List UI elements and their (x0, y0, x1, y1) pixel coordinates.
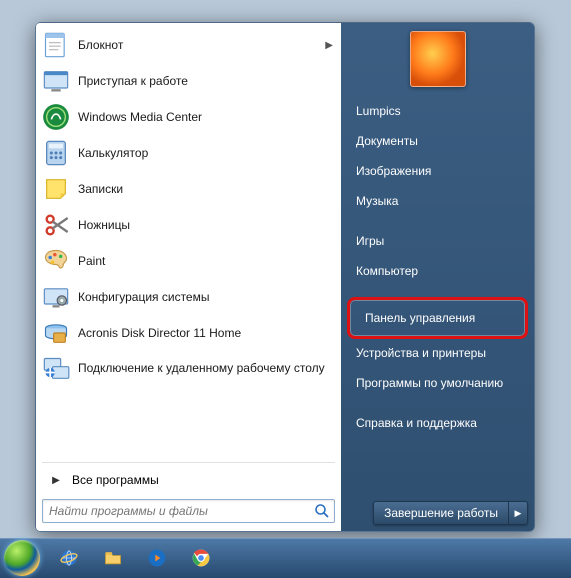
wmc-icon (42, 103, 70, 131)
right-item-label: Панель управления (365, 311, 475, 325)
right-item-label: Изображения (356, 164, 431, 178)
shutdown-label: Завершение работы (374, 502, 509, 524)
program-rdp[interactable]: Подключение к удаленному рабочему столу (36, 351, 341, 387)
start-menu-right-panel: Lumpics Документы Изображения Музыка Игр… (341, 23, 534, 531)
program-label: Paint (78, 254, 105, 268)
shutdown-button[interactable]: Завершение работы ▶ (373, 501, 528, 525)
program-calculator[interactable]: Калькулятор (36, 135, 341, 171)
control-panel-highlight: Панель управления (347, 297, 528, 339)
paint-icon (42, 247, 70, 275)
shutdown-more-icon[interactable]: ▶ (509, 502, 527, 524)
right-item-label: Lumpics (356, 104, 401, 118)
all-programs[interactable]: ▶ Все программы (36, 465, 341, 495)
program-label: Acronis Disk Director 11 Home (78, 326, 241, 340)
program-list: Блокнот ▶ Приступая к работе Windows Med… (36, 27, 341, 460)
taskbar-chrome-icon[interactable] (180, 543, 222, 573)
program-snipping-tool[interactable]: Ножницы (36, 207, 341, 243)
program-label: Конфигурация системы (78, 290, 209, 304)
triangle-right-icon: ▶ (46, 475, 66, 486)
right-item-user[interactable]: Lumpics (347, 97, 528, 125)
right-item-label: Программы по умолчанию (356, 376, 503, 390)
right-item-label: Игры (356, 234, 384, 248)
sticky-notes-icon (42, 175, 70, 203)
right-item-label: Музыка (356, 194, 398, 208)
program-getting-started[interactable]: Приступая к работе (36, 63, 341, 99)
program-label: Ножницы (78, 218, 130, 232)
user-avatar-wrap (347, 27, 528, 97)
right-item-label: Документы (356, 134, 418, 148)
notepad-icon (42, 31, 70, 59)
scissors-icon (42, 211, 70, 239)
taskbar-wmp-icon[interactable] (136, 543, 178, 573)
program-acronis[interactable]: Acronis Disk Director 11 Home (36, 315, 341, 351)
shutdown-row: Завершение работы ▶ (347, 499, 528, 525)
program-msconfig[interactable]: Конфигурация системы (36, 279, 341, 315)
taskbar-explorer-icon[interactable] (92, 543, 134, 573)
start-menu: Блокнот ▶ Приступая к работе Windows Med… (35, 22, 535, 532)
program-label: Подключение к удаленному рабочему столу (78, 362, 325, 375)
right-item-help[interactable]: Справка и поддержка (347, 409, 528, 437)
right-item-documents[interactable]: Документы (347, 127, 528, 155)
program-label: Приступая к работе (78, 74, 188, 88)
right-item-games[interactable]: Игры (347, 227, 528, 255)
right-item-label: Справка и поддержка (356, 416, 477, 430)
right-item-default-programs[interactable]: Программы по умолчанию (347, 369, 528, 397)
right-item-music[interactable]: Музыка (347, 187, 528, 215)
program-sticky-notes[interactable]: Записки (36, 171, 341, 207)
separator (42, 462, 335, 463)
program-label: Блокнот (78, 38, 123, 52)
user-avatar[interactable] (410, 31, 466, 87)
right-item-pictures[interactable]: Изображения (347, 157, 528, 185)
search-row (36, 495, 341, 525)
right-item-devices[interactable]: Устройства и принтеры (347, 339, 528, 367)
program-wmc[interactable]: Windows Media Center (36, 99, 341, 135)
right-item-computer[interactable]: Компьютер (347, 257, 528, 285)
calculator-icon (42, 139, 70, 167)
start-orb[interactable] (4, 540, 40, 576)
program-label: Калькулятор (78, 146, 148, 160)
program-label: Windows Media Center (78, 110, 202, 124)
search-input[interactable] (49, 504, 314, 518)
program-paint[interactable]: Paint (36, 243, 341, 279)
taskbar-ie-icon[interactable] (48, 543, 90, 573)
right-item-label: Устройства и принтеры (356, 346, 486, 360)
acronis-icon (42, 319, 70, 347)
program-notepad[interactable]: Блокнот ▶ (36, 27, 341, 63)
start-menu-left-panel: Блокнот ▶ Приступая к работе Windows Med… (36, 23, 341, 531)
search-box[interactable] (42, 499, 335, 523)
right-item-control-panel[interactable]: Панель управления (356, 304, 519, 332)
rdp-icon (42, 355, 70, 383)
program-label: Записки (78, 182, 123, 196)
taskbar (0, 538, 571, 578)
all-programs-label: Все программы (72, 473, 159, 487)
submenu-arrow-icon: ▶ (325, 40, 333, 51)
getting-started-icon (42, 67, 70, 95)
msconfig-icon (42, 283, 70, 311)
right-item-label: Компьютер (356, 264, 418, 278)
search-icon (314, 503, 330, 519)
